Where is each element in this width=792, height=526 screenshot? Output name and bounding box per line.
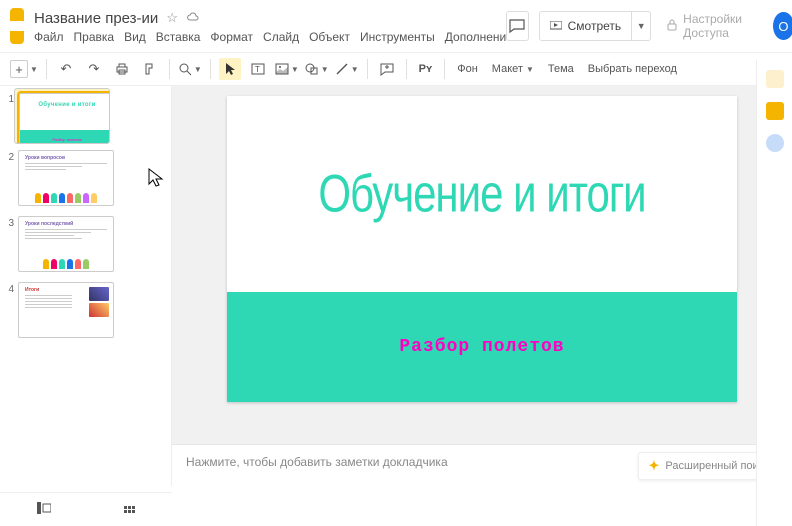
svg-text:T: T xyxy=(255,65,260,74)
thumbnail-3[interactable]: 3 Уроки последствий xyxy=(4,216,167,272)
filmstrip-view-icon[interactable] xyxy=(37,502,51,517)
paint-format-button[interactable] xyxy=(139,58,161,80)
present-dropdown[interactable]: ▼ xyxy=(632,21,650,31)
textbox-tool[interactable]: T xyxy=(247,58,269,80)
speaker-notes[interactable]: Нажмите, чтобы добавить заметки докладчи… xyxy=(172,444,792,486)
canvas-area: Обучение и итоги Разбор полетов Нажмите,… xyxy=(172,86,792,486)
layout-button[interactable]: Макет▼ xyxy=(488,63,538,75)
slide-title[interactable]: Обучение и итоги xyxy=(227,164,737,224)
undo-button[interactable]: ↶ xyxy=(55,58,77,80)
new-slide-button[interactable]: + ▼ xyxy=(10,60,38,78)
line-tool[interactable]: ▼ xyxy=(335,58,359,80)
menu-format[interactable]: Формат xyxy=(210,30,253,44)
calendar-icon[interactable] xyxy=(766,70,784,88)
background-button[interactable]: Фон xyxy=(453,63,482,75)
select-tool[interactable] xyxy=(219,58,241,80)
print-button[interactable] xyxy=(111,58,133,80)
filmstrip[interactable]: 1 Обучение и итоги Разбор полетов 2 Урок… xyxy=(0,86,172,486)
image-tool[interactable]: ▼ xyxy=(275,58,299,80)
theme-button[interactable]: Тема xyxy=(544,63,578,75)
keep-icon[interactable] xyxy=(766,102,784,120)
thumbnail-4[interactable]: 4 Итоги xyxy=(4,282,167,338)
redo-button[interactable]: ↷ xyxy=(83,58,105,80)
menu-slide[interactable]: Слайд xyxy=(263,30,299,44)
menu-bar: Файл Правка Вид Вставка Формат Слайд Объ… xyxy=(34,30,506,44)
cloud-sync-icon[interactable] xyxy=(186,11,200,26)
thumbnail-1[interactable]: 1 Обучение и итоги Разбор полетов xyxy=(4,92,167,140)
slide-canvas[interactable]: Обучение и итоги Разбор полетов xyxy=(227,96,737,402)
menu-tools[interactable]: Инструменты xyxy=(360,30,435,44)
menu-addons[interactable]: Дополнени xyxy=(445,30,506,44)
menu-file[interactable]: Файл xyxy=(34,30,64,44)
menu-insert[interactable]: Вставка xyxy=(156,30,201,44)
share-label: Настройки Доступа xyxy=(683,12,757,40)
app-header: Название през-ии ☆ Файл Правка Вид Встав… xyxy=(0,0,792,46)
side-panel xyxy=(756,60,792,526)
slides-logo[interactable] xyxy=(10,8,24,44)
title-area: Название през-ии ☆ Файл Правка Вид Встав… xyxy=(34,8,506,44)
slide-subtitle[interactable]: Разбор полетов xyxy=(399,337,564,357)
add-comment-button[interactable] xyxy=(376,58,398,80)
menu-object[interactable]: Объект xyxy=(309,30,350,44)
present-button[interactable]: Смотреть ▼ xyxy=(539,11,652,41)
shape-tool[interactable]: ▼ xyxy=(305,58,329,80)
notes-placeholder: Нажмите, чтобы добавить заметки докладчи… xyxy=(186,455,448,469)
comments-button[interactable] xyxy=(506,11,528,41)
transition-button[interactable]: Выбрать переход xyxy=(584,63,681,75)
body: 1 Обучение и итоги Разбор полетов 2 Урок… xyxy=(0,86,792,486)
share-button[interactable]: Настройки Доступа xyxy=(661,12,763,40)
toolbar: + ▼ ↶ ↷ ▼ T ▼ ▼ ▼ Pʏ Фон Макет▼ Тема Выб… xyxy=(0,52,792,86)
menu-edit[interactable]: Правка xyxy=(74,30,115,44)
doc-title[interactable]: Название през-ии xyxy=(34,10,158,27)
present-label: Смотреть xyxy=(568,19,622,33)
tasks-icon[interactable] xyxy=(766,134,784,152)
user-avatar[interactable]: O xyxy=(773,12,792,40)
py-button[interactable]: Pʏ xyxy=(415,63,437,75)
grid-view-icon[interactable] xyxy=(124,506,135,513)
plus-icon: ✦ xyxy=(649,458,660,474)
zoom-button[interactable]: ▼ xyxy=(178,58,202,80)
star-icon[interactable]: ☆ xyxy=(166,10,178,26)
thumbnail-2[interactable]: 2 Уроки вопросов xyxy=(4,150,167,206)
present-icon xyxy=(550,21,562,31)
menu-view[interactable]: Вид xyxy=(124,30,146,44)
header-right: Смотреть ▼ Настройки Доступа O xyxy=(506,11,792,41)
lock-icon xyxy=(667,19,677,34)
view-switcher xyxy=(0,492,172,526)
